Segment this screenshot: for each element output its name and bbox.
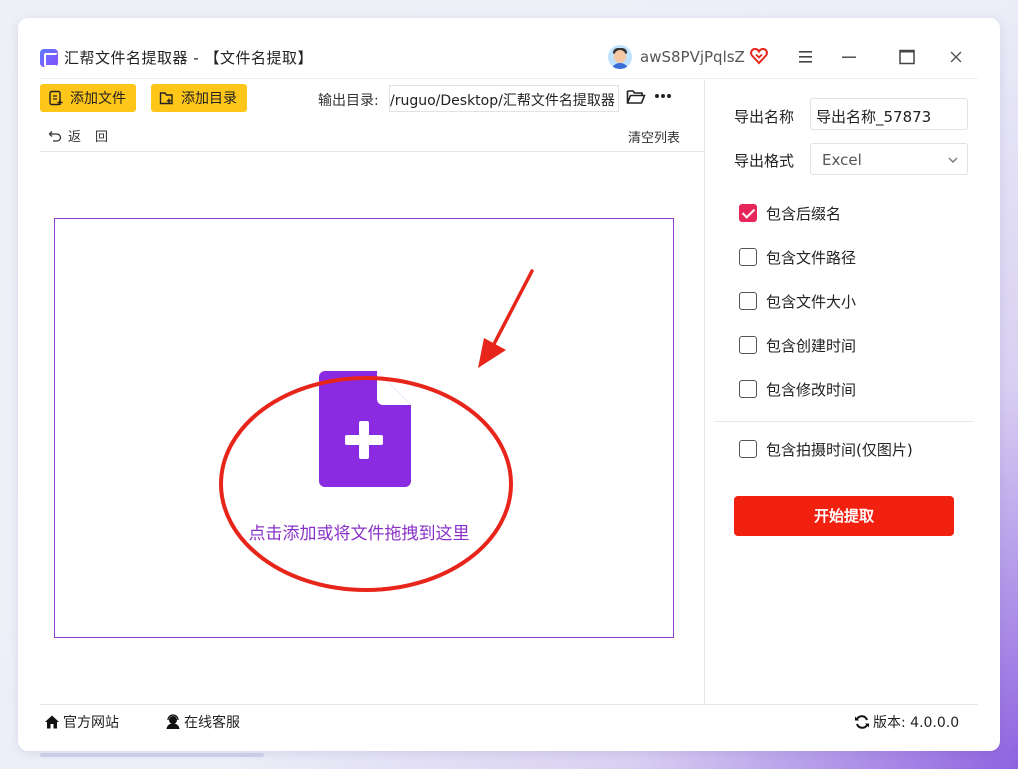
add-directory-label: 添加目录 [181,91,237,107]
include-photo-time-checkbox[interactable] [739,440,757,458]
maximize-icon[interactable] [898,48,916,66]
menu-icon[interactable] [798,50,814,64]
online-support-link[interactable]: 在线客服 [165,712,240,732]
output-directory-field[interactable]: /ruguo/Desktop/汇帮文件名提取器 [389,85,619,112]
username[interactable]: awS8PVjPqlsZ [640,48,745,66]
include-path-label[interactable]: 包含文件路径 [766,247,856,268]
home-icon [45,715,59,729]
statusbar-divider [40,704,978,705]
panel-divider [704,80,705,704]
include-photo-time-label[interactable]: 包含拍摄时间(仅图片) [766,439,913,460]
export-format-value: Excel [822,151,862,169]
chevron-down-icon [948,157,958,163]
output-directory-label: 输出目录: [318,93,379,109]
export-name-input[interactable]: 导出名称_57873 [810,98,968,130]
add-file-button[interactable]: 添加文件 [40,84,136,112]
include-created-time-checkbox[interactable] [739,336,757,354]
back-button[interactable]: 返回 [48,126,122,145]
start-extract-button[interactable]: 开始提取 [734,496,954,536]
annotation-circle [219,376,513,592]
toolbar-divider [40,151,704,152]
avatar[interactable] [608,45,632,69]
official-website-link[interactable]: 官方网站 [44,712,119,732]
include-modified-time-checkbox[interactable] [739,380,757,398]
taskbar-strip [40,753,264,757]
clear-list-button[interactable]: 清空列表 [628,127,680,146]
title-divider [40,78,978,79]
more-options-icon[interactable] [654,93,672,99]
include-created-time-label[interactable]: 包含创建时间 [766,335,856,356]
add-directory-button[interactable]: 添加目录 [151,84,247,112]
include-extension-label[interactable]: 包含后缀名 [766,203,841,224]
customer-service-icon [166,714,180,729]
settings-divider [714,421,974,422]
folder-open-icon[interactable] [626,88,646,106]
version-label: 版本: 4.0.0.0 [873,715,960,731]
add-folder-icon [159,92,173,105]
include-size-label[interactable]: 包含文件大小 [766,291,856,312]
online-support-label: 在线客服 [184,715,240,731]
undo-arrow-icon [48,130,62,142]
include-path-checkbox[interactable] [739,248,757,266]
close-icon[interactable] [948,49,964,65]
minimize-icon[interactable] [840,48,858,66]
include-extension-checkbox[interactable] [739,204,757,222]
vip-heart-icon[interactable] [750,47,768,65]
include-modified-time-label[interactable]: 包含修改时间 [766,379,856,400]
app-logo [40,49,58,67]
window-title: 汇帮文件名提取器 - 【文件名提取】 [64,49,313,67]
refresh-icon [855,715,869,729]
back-label: 返回 [68,130,123,145]
export-name-label: 导出名称 [734,108,795,126]
add-file-icon [49,90,63,106]
app-window: 汇帮文件名提取器 - 【文件名提取】 awS8PVjPqlsZ 添加文件 添加目… [18,18,1000,751]
official-website-label: 官方网站 [63,715,119,731]
version-info[interactable]: 版本: 4.0.0.0 [854,712,959,732]
export-format-select[interactable]: Excel [810,143,968,175]
title-bar: 汇帮文件名提取器 - 【文件名提取】 awS8PVjPqlsZ [18,18,1000,80]
export-format-label: 导出格式 [734,152,795,170]
add-file-label: 添加文件 [70,91,126,107]
include-size-checkbox[interactable] [739,292,757,310]
annotation-arrow [478,269,534,368]
